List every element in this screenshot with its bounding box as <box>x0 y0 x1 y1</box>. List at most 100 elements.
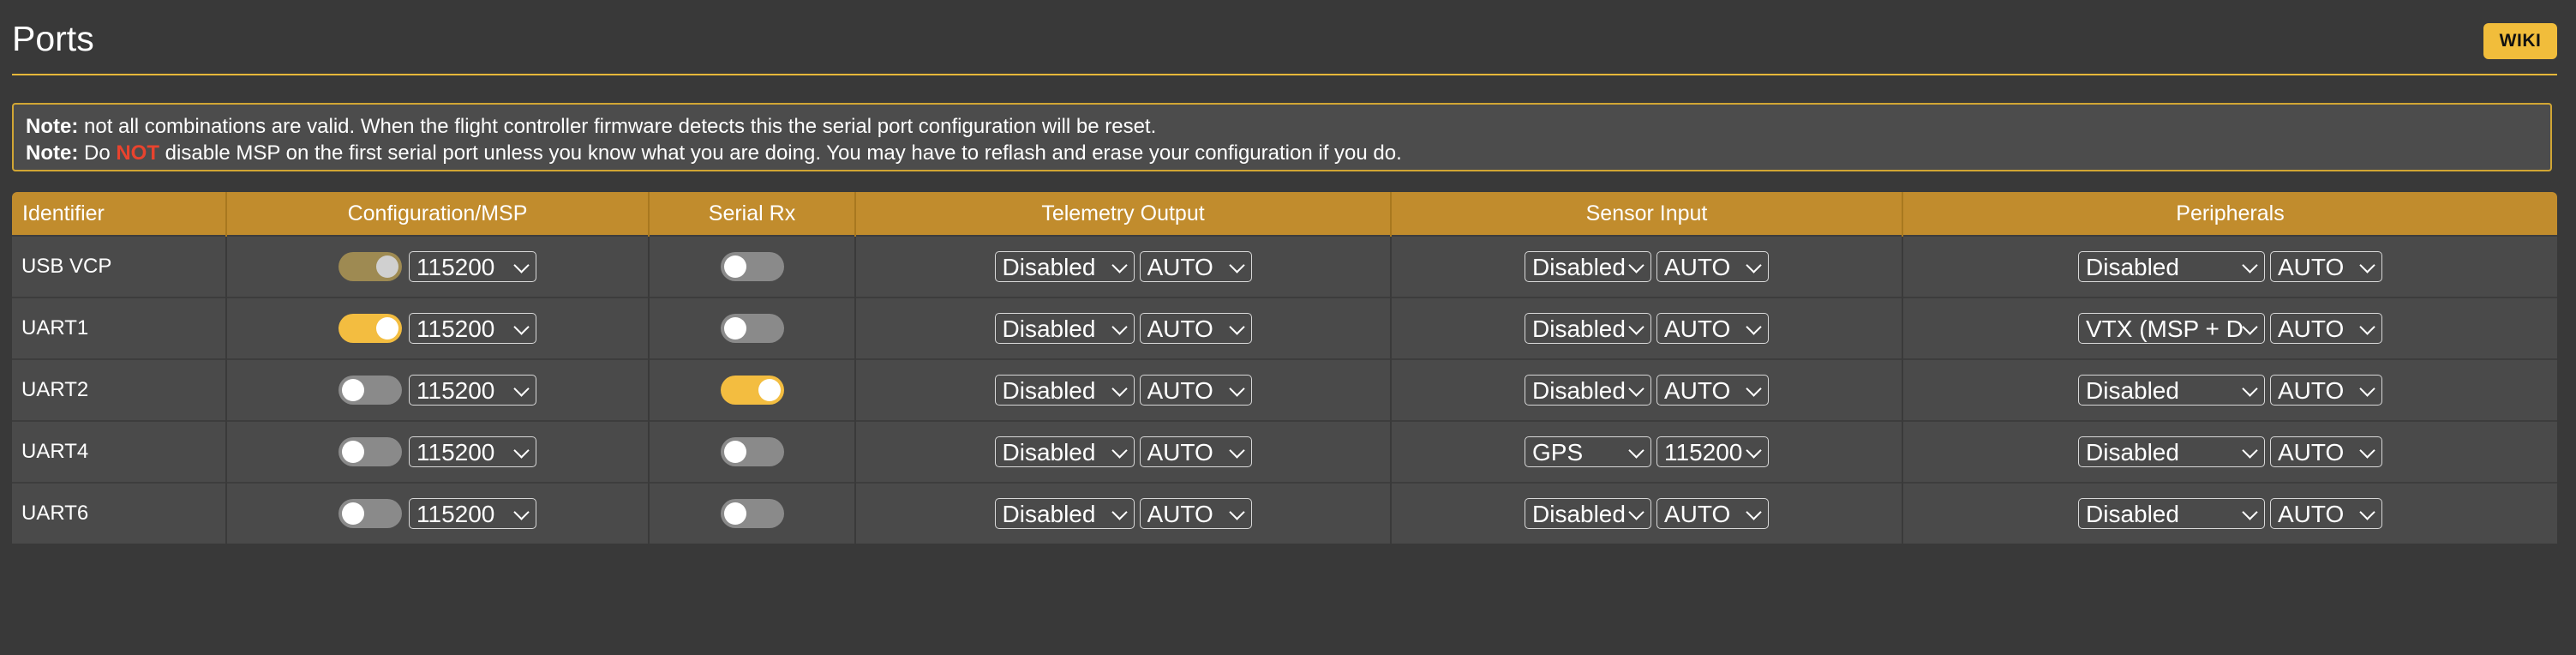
sensor-baudrate-select[interactable]: AUTO <box>1656 375 1769 406</box>
serial-rx-toggle[interactable] <box>720 437 784 466</box>
msp-toggle[interactable] <box>338 499 402 528</box>
peripherals-cell: Disabled AUTO <box>1902 420 2557 483</box>
msp-baudrate-select[interactable]: 115200 <box>409 375 536 406</box>
telemetry-baudrate-select[interactable]: AUTO <box>1139 436 1252 467</box>
toggle-knob <box>723 441 746 463</box>
column-header-configuration-msp: Configuration/MSP <box>225 192 649 236</box>
telemetry-protocol-select[interactable]: Disabled <box>994 498 1135 529</box>
peripherals-cell: Disabled AUTO <box>1902 358 2557 421</box>
configuration-msp-cell: 115200 <box>225 235 649 297</box>
peripheral-type-select[interactable]: Disabled <box>2078 375 2265 406</box>
serial-rx-toggle[interactable] <box>720 376 784 405</box>
toggle-knob <box>342 379 364 401</box>
msp-baudrate-select[interactable]: 115200 <box>409 313 536 344</box>
note-text: not all combinations are valid. When the… <box>78 115 1157 138</box>
toggle-knob <box>723 502 746 525</box>
peripherals-cell: VTX (MSP + D AUTO <box>1902 297 2557 359</box>
note-label: Note: <box>26 141 79 165</box>
msp-toggle[interactable] <box>338 437 402 466</box>
toggle-knob <box>342 502 364 525</box>
serial-rx-cell <box>648 297 855 359</box>
note-label: Note: <box>26 115 79 138</box>
msp-toggle[interactable] <box>338 314 402 343</box>
port-identifier: UART1 <box>12 297 226 359</box>
telemetry-baudrate-select[interactable]: AUTO <box>1139 375 1252 406</box>
peripheral-type-select[interactable]: Disabled <box>2078 498 2265 529</box>
telemetry-protocol-select[interactable]: Disabled <box>994 251 1135 282</box>
sensor-type-select[interactable]: Disabled <box>1525 498 1651 529</box>
port-identifier: UART6 <box>12 482 226 544</box>
column-header-sensor-input: Sensor Input <box>1390 192 1902 236</box>
sensor-input-cell: Disabled AUTO <box>1390 235 1902 297</box>
sensor-input-cell: Disabled AUTO <box>1390 482 1902 544</box>
sensor-type-select[interactable]: Disabled <box>1525 313 1651 344</box>
configuration-msp-cell: 115200 <box>225 358 649 421</box>
port-identifier: UART2 <box>12 358 226 421</box>
note-line-1: Note: not all combinations are valid. Wh… <box>26 113 2538 140</box>
toggle-knob <box>758 379 781 401</box>
table-row: UART2 115200 Disabled AUTO Disabled AUTO Disab… <box>12 358 2557 421</box>
column-header-peripherals: Peripherals <box>1902 192 2557 236</box>
peripheral-type-select[interactable]: Disabled <box>2078 251 2265 282</box>
telemetry-baudrate-select[interactable]: AUTO <box>1139 498 1252 529</box>
msp-toggle <box>338 252 402 281</box>
table-row: USB VCP 115200 Disabled AUTO Disabled AUTO Dis… <box>12 235 2557 297</box>
peripheral-baudrate-select[interactable]: AUTO <box>2270 436 2382 467</box>
wiki-button[interactable]: WIKI <box>2483 23 2557 59</box>
msp-baudrate-select[interactable]: 115200 <box>409 436 536 467</box>
sensor-baudrate-select[interactable]: 115200 <box>1656 436 1769 467</box>
peripherals-cell: Disabled AUTO <box>1902 235 2557 297</box>
serial-rx-toggle[interactable] <box>720 314 784 343</box>
telemetry-protocol-select[interactable]: Disabled <box>994 313 1135 344</box>
note-warning-emphasis: NOT <box>116 141 160 165</box>
sensor-baudrate-select[interactable]: AUTO <box>1656 251 1769 282</box>
telemetry-baudrate-select[interactable]: AUTO <box>1139 251 1252 282</box>
port-identifier: UART4 <box>12 420 226 483</box>
configuration-msp-cell: 115200 <box>225 482 649 544</box>
peripheral-baudrate-select[interactable]: AUTO <box>2270 251 2382 282</box>
peripheral-baudrate-select[interactable]: AUTO <box>2270 313 2382 344</box>
telemetry-protocol-select[interactable]: Disabled <box>994 375 1135 406</box>
sensor-type-select[interactable]: GPS <box>1525 436 1651 467</box>
peripheral-type-select[interactable]: VTX (MSP + D <box>2078 313 2265 344</box>
select-value: Disabled <box>2086 254 2179 280</box>
msp-baudrate-select[interactable]: 115200 <box>409 498 536 529</box>
table-header-row: Identifier Configuration/MSP Serial Rx T… <box>12 192 2557 236</box>
sensor-baudrate-select[interactable]: AUTO <box>1656 313 1769 344</box>
page-header: Ports WIKI <box>12 0 2557 75</box>
note-line-2: Note: Do NOT disable MSP on the first se… <box>26 140 2538 166</box>
sensor-type-select[interactable]: Disabled <box>1525 251 1651 282</box>
serial-rx-toggle[interactable] <box>720 499 784 528</box>
configuration-msp-cell: 115200 <box>225 297 649 359</box>
serial-rx-cell <box>648 420 855 483</box>
page-title: Ports <box>12 19 94 58</box>
sensor-input-cell: Disabled AUTO <box>1390 297 1902 359</box>
sensor-input-cell: Disabled AUTO <box>1390 358 1902 421</box>
ports-table: Identifier Configuration/MSP Serial Rx T… <box>12 192 2557 544</box>
select-value: Disabled <box>2086 439 2179 466</box>
peripheral-baudrate-select[interactable]: AUTO <box>2270 375 2382 406</box>
serial-rx-toggle[interactable] <box>720 252 784 281</box>
peripheral-baudrate-select[interactable]: AUTO <box>2270 498 2382 529</box>
telemetry-output-cell: Disabled AUTO <box>854 297 1391 359</box>
msp-baudrate-select[interactable]: 115200 <box>409 251 536 282</box>
sensor-input-cell: GPS 115200 <box>1390 420 1902 483</box>
telemetry-output-cell: Disabled AUTO <box>854 235 1391 297</box>
table-row: UART1 115200 Disabled AUTO Disabled AUTO VTX (… <box>12 297 2557 359</box>
select-value: Disabled <box>2086 377 2179 404</box>
sensor-type-select[interactable]: Disabled <box>1525 375 1651 406</box>
telemetry-protocol-select[interactable]: Disabled <box>994 436 1135 467</box>
ports-table-body: USB VCP 115200 Disabled AUTO Disabled AUTO Dis… <box>12 235 2557 544</box>
note-box: Note: not all combinations are valid. Wh… <box>12 103 2552 171</box>
telemetry-baudrate-select[interactable]: AUTO <box>1139 313 1252 344</box>
table-row: UART4 115200 Disabled AUTO GPS 115200 Disabled… <box>12 420 2557 483</box>
msp-toggle[interactable] <box>338 376 402 405</box>
select-value: VTX (MSP + D <box>2086 315 2244 342</box>
serial-rx-cell <box>648 235 855 297</box>
serial-rx-cell <box>648 482 855 544</box>
peripherals-cell: Disabled AUTO <box>1902 482 2557 544</box>
peripheral-type-select[interactable]: Disabled <box>2078 436 2265 467</box>
note-text: Do <box>78 141 117 165</box>
toggle-knob <box>342 441 364 463</box>
sensor-baudrate-select[interactable]: AUTO <box>1656 498 1769 529</box>
